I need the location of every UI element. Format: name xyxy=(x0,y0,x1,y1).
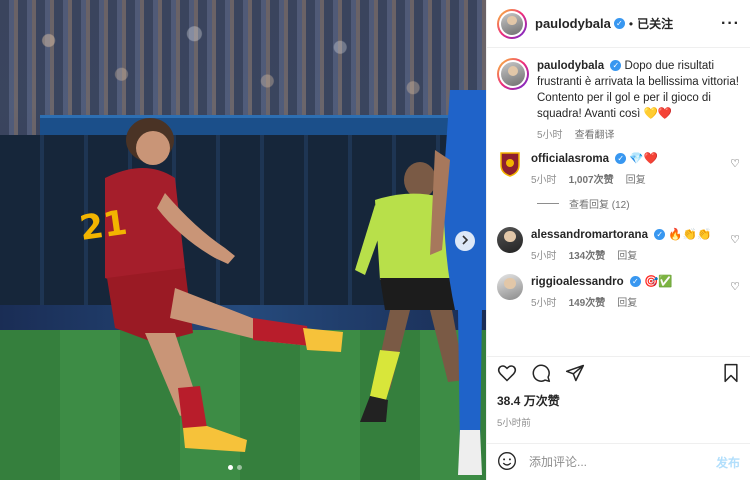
heart-icon[interactable]: ♡ xyxy=(730,233,740,262)
opponent-player-figure xyxy=(430,90,486,475)
comments-list[interactable]: paulodybala ✓ Dopo due risultati frustra… xyxy=(487,48,750,350)
comment-likes[interactable]: 134次赞 xyxy=(569,247,606,262)
avatar[interactable] xyxy=(497,227,523,253)
avatar[interactable] xyxy=(497,151,523,177)
verified-icon: ✓ xyxy=(615,153,627,165)
post-detail-panel: paulodybala ✓ • 已关注 ··· paulodybala ✓ Do… xyxy=(486,0,750,480)
verified-icon: ✓ xyxy=(654,229,666,241)
bookmark-icon[interactable] xyxy=(722,363,740,386)
action-icons xyxy=(497,357,740,391)
comment-likes[interactable]: 1,007次赞 xyxy=(569,171,614,186)
heart-icon[interactable]: ♡ xyxy=(730,280,740,309)
comment-time: 5小时 xyxy=(531,251,557,262)
comment-likes[interactable]: 149次赞 xyxy=(569,294,606,309)
reply-link[interactable]: 回复 xyxy=(617,247,637,262)
comment-icon[interactable] xyxy=(531,363,551,386)
translate-link[interactable]: 查看翻译 xyxy=(575,126,615,141)
comment-username[interactable]: riggioalessandro xyxy=(531,276,624,288)
roma-badge-icon xyxy=(500,152,520,177)
post-header: paulodybala ✓ • 已关注 ··· xyxy=(487,0,750,48)
carousel-dot xyxy=(237,465,242,470)
post-comment-button[interactable]: 发布 xyxy=(716,454,740,471)
comment-row: officialasroma ✓ 💎❤️ 5小时 1,007次赞 回复 ♡ xyxy=(497,151,740,186)
comment-row: riggioalessandro ✓ 🎯✅ 5小时 149次赞 回复 ♡ xyxy=(497,274,740,309)
header-separator: • xyxy=(628,16,634,31)
comment-time: 5小时 xyxy=(531,298,557,309)
comment-text: 🎯✅ xyxy=(644,276,673,288)
post-time: 5小时前 xyxy=(497,418,531,429)
replies-divider xyxy=(537,203,559,204)
comment-text: 🔥👏👏 xyxy=(668,229,712,241)
verified-icon: ✓ xyxy=(613,18,625,29)
caption-username[interactable]: paulodybala xyxy=(537,60,604,72)
comment-input[interactable] xyxy=(529,455,716,469)
caption-row: paulodybala ✓ Dopo due risultati frustra… xyxy=(497,58,740,141)
view-replies[interactable]: 查看回复 (12) xyxy=(537,196,740,211)
post-likes[interactable]: 38.4 万次赞 xyxy=(497,392,740,409)
reply-link[interactable]: 回复 xyxy=(626,171,646,186)
comment-text: 💎❤️ xyxy=(629,153,659,165)
avatar[interactable] xyxy=(497,274,523,300)
heart-icon[interactable]: ♡ xyxy=(730,157,740,186)
verified-icon: ✓ xyxy=(610,60,622,72)
roma-player-figure: 21 xyxy=(77,118,343,452)
chevron-right-icon xyxy=(460,234,470,248)
emoji-icon[interactable] xyxy=(497,451,517,474)
carousel-dots xyxy=(228,465,242,470)
comment-username[interactable]: officialasroma xyxy=(531,153,609,165)
reply-link[interactable]: 回复 xyxy=(617,294,637,309)
header-username[interactable]: paulodybala xyxy=(535,16,611,31)
share-icon[interactable] xyxy=(565,363,585,386)
avatar[interactable] xyxy=(497,58,529,90)
view-replies-label[interactable]: 查看回复 (12) xyxy=(569,196,630,211)
caption-time: 5小时 xyxy=(537,130,563,141)
more-icon[interactable]: ··· xyxy=(721,15,740,33)
comment-time: 5小时 xyxy=(531,175,557,186)
heart-icon[interactable] xyxy=(497,363,517,386)
carousel-next-button[interactable] xyxy=(455,231,475,251)
carousel-dot xyxy=(228,465,233,470)
avatar[interactable] xyxy=(497,8,527,39)
svg-text:21: 21 xyxy=(77,203,129,249)
verified-icon: ✓ xyxy=(629,276,641,288)
follow-button[interactable]: 已关注 xyxy=(637,15,673,32)
comment-username[interactable]: alessandromartorana xyxy=(531,229,648,241)
post-actions: 38.4 万次赞 5小时前 xyxy=(487,356,750,429)
post-photo[interactable]: 21 xyxy=(0,0,486,480)
add-comment-bar: 发布 xyxy=(487,443,750,480)
comment-row: alessandromartorana ✓ 🔥👏👏 5小时 134次赞 回复 ♡ xyxy=(497,227,740,262)
